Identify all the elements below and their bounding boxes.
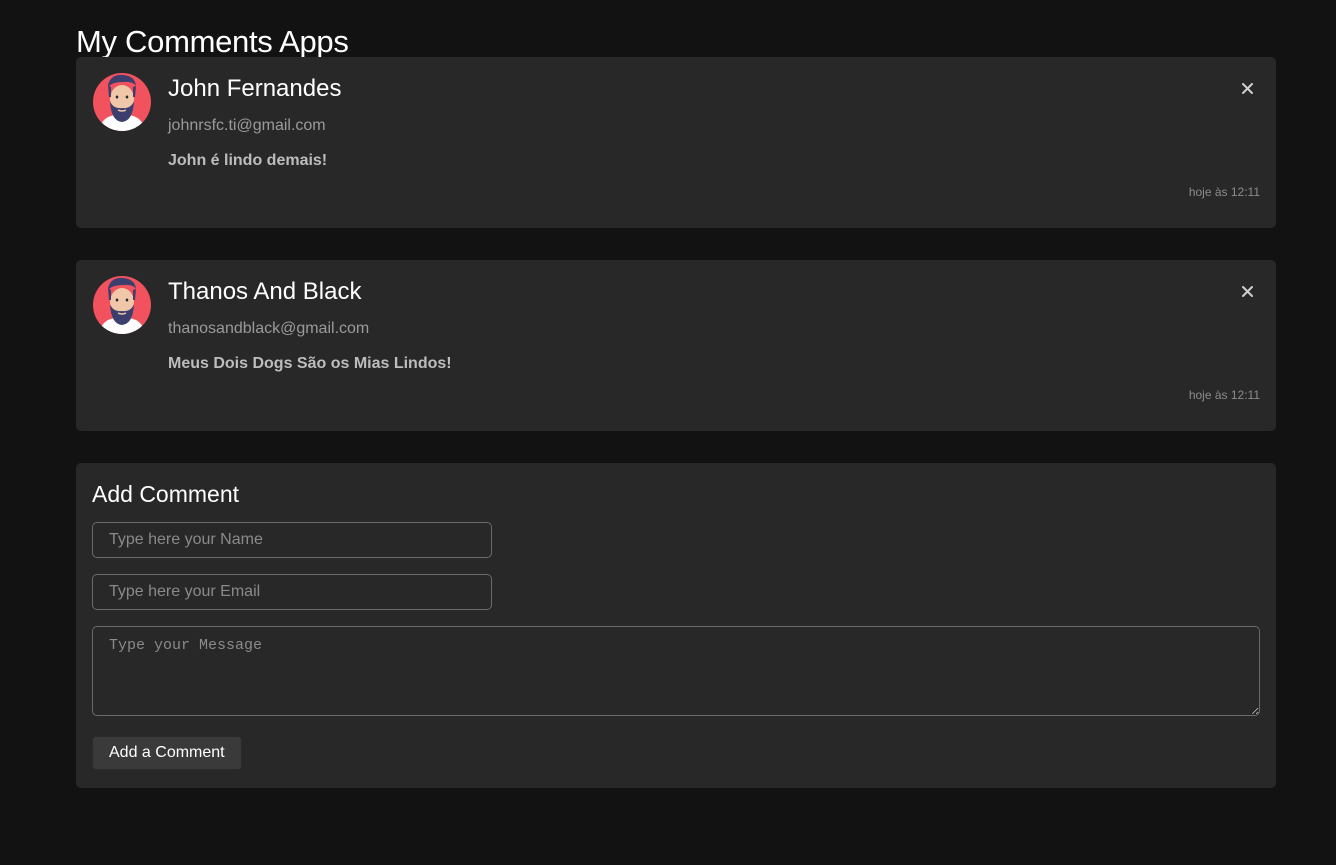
- comment-author-email: johnrsfc.ti@gmail.com: [168, 117, 326, 134]
- comment-author-name: John Fernandes: [168, 75, 342, 102]
- comment-author-email: thanosandblack@gmail.com: [168, 320, 370, 337]
- bearded-man-avatar-icon: [99, 74, 145, 131]
- comment-card: John Fernandes johnrsfc.ti@gmail.com Joh…: [76, 57, 1276, 228]
- comment-timestamp: hoje às 12:11: [1188, 185, 1260, 199]
- avatar: [93, 276, 151, 334]
- avatar: [93, 73, 151, 131]
- message-textarea[interactable]: [92, 626, 1260, 716]
- form-title: Add Comment: [92, 481, 240, 507]
- comments-page: My Comments Apps John Fernandes johnrsfc…: [76, 0, 1276, 788]
- name-input[interactable]: [92, 522, 492, 558]
- close-icon: [1241, 82, 1253, 94]
- comment-card: Thanos And Black thanosandblack@gmail.co…: [76, 260, 1276, 431]
- comment-timestamp: hoje às 12:11: [1188, 388, 1260, 402]
- delete-comment-button[interactable]: [1238, 79, 1256, 97]
- comment-message: John é lindo demais!: [168, 152, 328, 169]
- delete-comment-button[interactable]: [1238, 282, 1256, 300]
- close-icon: [1241, 285, 1253, 297]
- add-comment-button[interactable]: Add a Comment: [92, 736, 242, 770]
- add-comment-form: Add Comment Add a Comment: [76, 463, 1276, 788]
- comment-author-name: Thanos And Black: [168, 278, 362, 305]
- page-title: My Comments Apps: [76, 24, 349, 59]
- bearded-man-avatar-icon: [99, 277, 145, 334]
- comment-message: Meus Dois Dogs São os Mias Lindos!: [168, 355, 452, 372]
- email-input[interactable]: [92, 574, 492, 610]
